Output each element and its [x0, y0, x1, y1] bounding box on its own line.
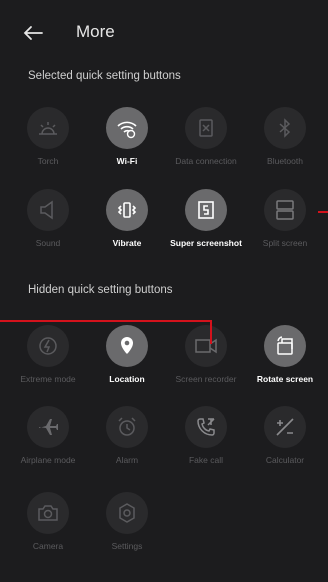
annotation-line-split	[318, 211, 328, 213]
tile-alarm[interactable]: Alarm	[91, 406, 163, 465]
screenshot-icon	[185, 189, 227, 231]
location-icon	[106, 325, 148, 367]
vibrate-icon	[106, 189, 148, 231]
annotation-line-recorder-drop	[210, 320, 212, 344]
airplane-icon	[27, 406, 69, 448]
extreme-icon	[27, 325, 69, 367]
tile-torch[interactable]: Torch	[12, 107, 84, 166]
section-selected: Selected quick setting buttons	[28, 70, 181, 82]
tile-super-screenshot[interactable]: Super screenshot	[170, 189, 242, 248]
camera-icon	[27, 492, 69, 534]
tile-rotate-screen[interactable]: Rotate screen	[249, 325, 321, 384]
tile-settings[interactable]: Settings	[91, 492, 163, 551]
page-title: More	[76, 22, 115, 41]
sound-icon	[27, 189, 69, 231]
screen-recorder-icon	[185, 325, 227, 367]
tile-bluetooth[interactable]: Bluetooth	[249, 107, 321, 166]
tile-vibrate[interactable]: Vibrate	[91, 189, 163, 248]
data-icon	[185, 107, 227, 149]
torch-icon	[27, 107, 69, 149]
section-hidden: Hidden quick setting buttons	[28, 284, 173, 296]
alarm-icon	[106, 406, 148, 448]
rotate-icon	[264, 325, 306, 367]
back-arrow-icon[interactable]	[22, 22, 44, 44]
split-screen-icon	[264, 189, 306, 231]
settings-icon	[106, 492, 148, 534]
tile-location[interactable]: Location	[91, 325, 163, 384]
calculator-icon	[264, 406, 306, 448]
tile-wifi[interactable]: Wi-Fi	[91, 107, 163, 166]
wifi-icon	[106, 107, 148, 149]
tile-sound[interactable]: Sound	[12, 189, 84, 248]
tile-data-connection[interactable]: Data connection	[170, 107, 242, 166]
tile-fake-call[interactable]: Fake call	[170, 406, 242, 465]
tile-split-screen[interactable]: Split screen	[249, 189, 321, 248]
top-bar: More	[0, 0, 328, 62]
tile-airplane-mode[interactable]: Airplane mode	[12, 406, 84, 465]
tile-camera[interactable]: Camera	[12, 492, 84, 551]
bluetooth-icon	[264, 107, 306, 149]
tile-extreme-mode[interactable]: Extreme mode	[12, 325, 84, 384]
annotation-line-recorder	[0, 320, 212, 322]
fake-call-icon	[185, 406, 227, 448]
tile-calculator[interactable]: Calculator	[249, 406, 321, 465]
tile-screen-recorder[interactable]: Screen recorder	[170, 325, 242, 384]
